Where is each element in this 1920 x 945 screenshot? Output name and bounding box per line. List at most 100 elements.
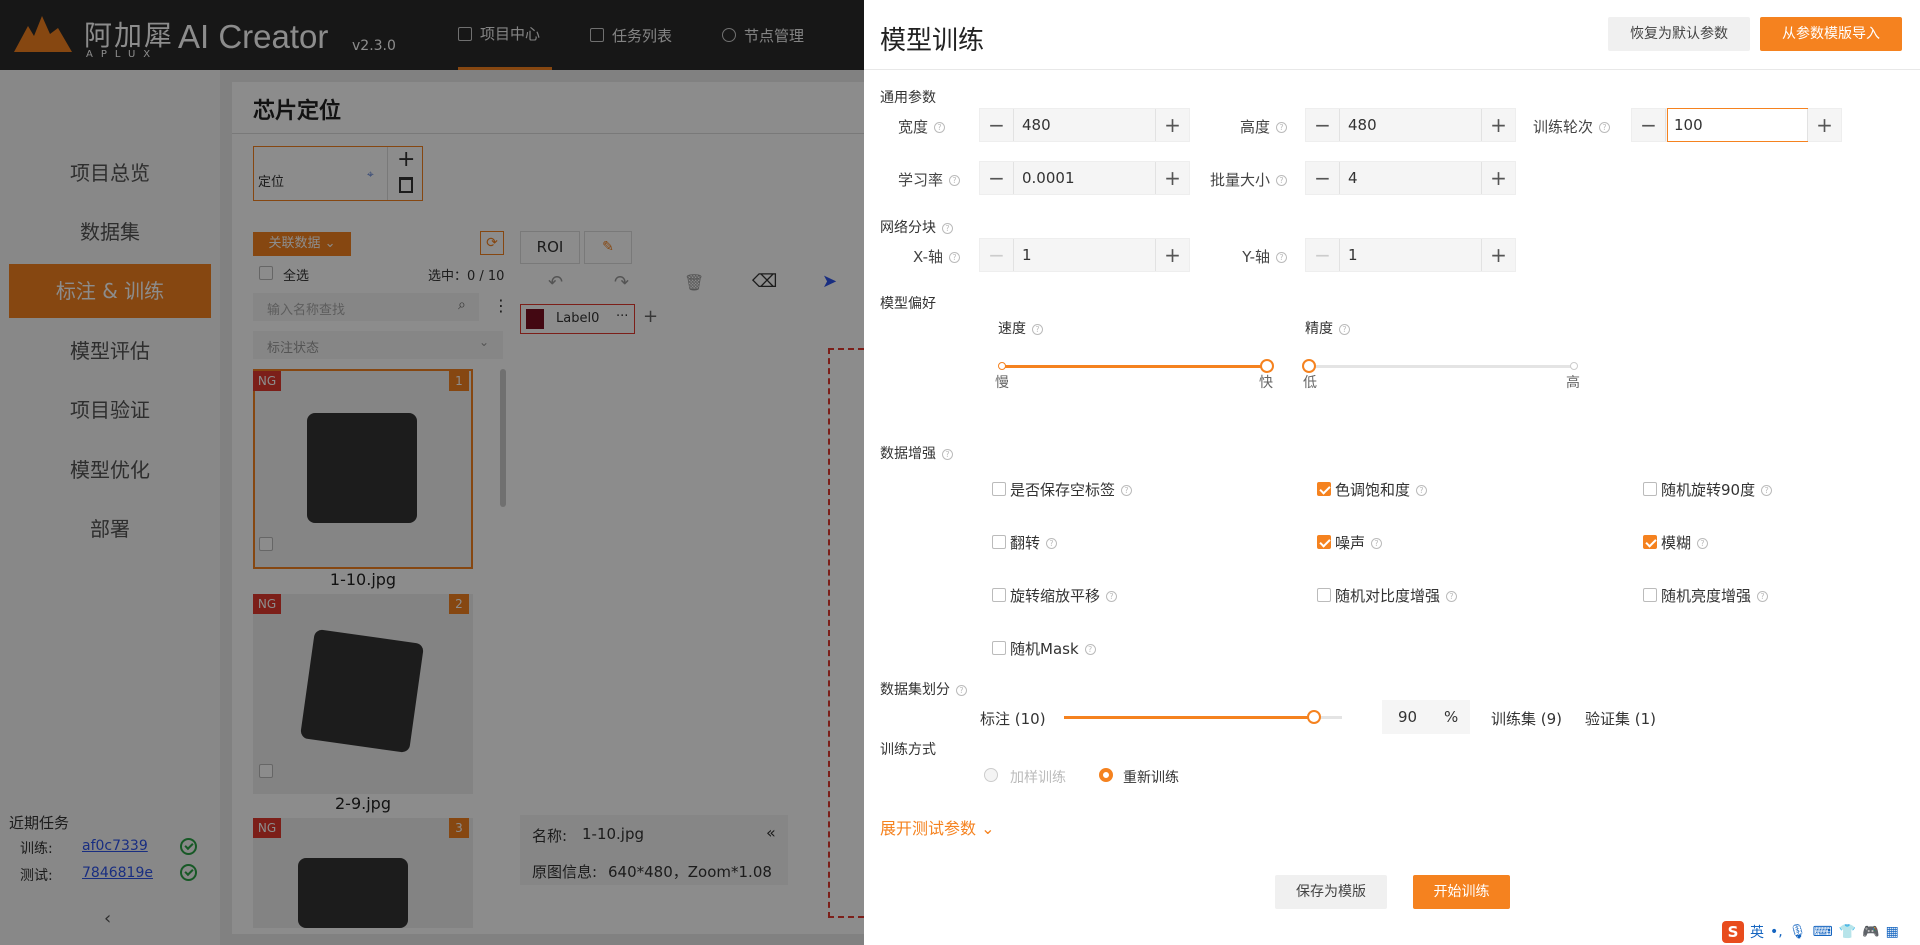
- augment-label[interactable]: 随机对比度增强?: [1335, 585, 1458, 606]
- plus-icon[interactable]: +: [1155, 239, 1189, 271]
- save-template-button[interactable]: 保存为模版: [1275, 875, 1387, 909]
- accuracy-slider[interactable]: [1309, 365, 1574, 368]
- minus-icon[interactable]: −: [980, 162, 1014, 194]
- height-label: 高度?: [1210, 116, 1287, 137]
- augment-checkbox[interactable]: [992, 482, 1006, 496]
- plus-icon[interactable]: +: [1481, 109, 1515, 141]
- batch-stepper[interactable]: − 4 +: [1305, 161, 1516, 195]
- punctuation-icon[interactable]: •,: [1770, 924, 1783, 940]
- help-icon: ?: [1371, 538, 1383, 549]
- expand-test-params-link[interactable]: 展开测试参数 ⌄: [880, 815, 995, 839]
- grid-y-stepper[interactable]: − 1 +: [1305, 238, 1516, 272]
- augment-checkbox[interactable]: [1643, 535, 1657, 549]
- speed-min-dot: [998, 362, 1006, 370]
- height-stepper[interactable]: − 480 +: [1305, 108, 1516, 142]
- import-template-button[interactable]: 从参数模版导入: [1760, 17, 1902, 51]
- mode-incremental-radio: [984, 768, 998, 782]
- microphone-icon[interactable]: 🎙: [1789, 924, 1807, 940]
- accuracy-max-dot: [1570, 362, 1578, 370]
- grid-y-value[interactable]: 1: [1348, 239, 1358, 271]
- help-icon: ?: [1697, 538, 1709, 549]
- speed-label: 速度?: [998, 318, 1043, 338]
- help-icon: ?: [1276, 252, 1287, 263]
- help-icon: ?: [956, 684, 967, 696]
- augment-label[interactable]: 随机亮度增强?: [1661, 585, 1769, 606]
- augment-label[interactable]: 翻转?: [1010, 532, 1058, 553]
- augment-label[interactable]: 模糊?: [1661, 532, 1709, 553]
- minus-icon[interactable]: −: [980, 239, 1014, 271]
- height-value[interactable]: 480: [1348, 109, 1377, 141]
- shirt-icon[interactable]: 👕: [1839, 924, 1856, 940]
- help-icon: ?: [1446, 591, 1458, 602]
- augment-checkbox[interactable]: [1317, 588, 1331, 602]
- grid-x-value[interactable]: 1: [1022, 239, 1032, 271]
- keyboard-icon[interactable]: ⌨: [1813, 924, 1833, 940]
- annotated-count: 标注 (10): [980, 710, 1046, 728]
- accuracy-label: 精度?: [1305, 318, 1350, 338]
- sogou-icon: S: [1722, 920, 1744, 943]
- minus-icon[interactable]: −: [1306, 109, 1340, 141]
- help-icon: ?: [949, 252, 960, 263]
- augment-checkbox[interactable]: [992, 588, 1006, 602]
- augment-label[interactable]: 是否保存空标签?: [1010, 479, 1133, 500]
- augment-checkbox[interactable]: [1317, 482, 1331, 496]
- minus-icon[interactable]: −: [1306, 239, 1340, 271]
- augment-label[interactable]: 旋转缩放平移?: [1010, 585, 1118, 606]
- start-training-button[interactable]: 开始训练: [1413, 875, 1510, 909]
- game-icon[interactable]: 🎮: [1862, 924, 1879, 940]
- grid-x-label: X-轴?: [880, 246, 960, 267]
- split-slider-fill: [1064, 716, 1315, 719]
- mode-retrain-label[interactable]: 重新训练: [1123, 767, 1179, 787]
- augment-label[interactable]: 噪声?: [1335, 532, 1383, 553]
- val-count: 验证集 (1): [1585, 710, 1657, 728]
- augment-title: 数据增强?: [880, 443, 953, 463]
- split-percent-input[interactable]: 90 %: [1382, 700, 1470, 734]
- grid-icon[interactable]: ▦: [1886, 924, 1899, 940]
- epochs-value[interactable]: 100: [1674, 109, 1703, 141]
- augment-label[interactable]: 随机Mask?: [1010, 638, 1096, 659]
- help-icon: ?: [1416, 485, 1428, 496]
- train-count: 训练集 (9): [1491, 710, 1563, 728]
- help-icon: ?: [1339, 323, 1350, 335]
- augment-checkbox[interactable]: [992, 641, 1006, 655]
- minus-icon[interactable]: −: [1632, 109, 1666, 141]
- mode-retrain-radio[interactable]: [1099, 768, 1113, 782]
- lr-stepper[interactable]: − 0.0001 +: [979, 161, 1190, 195]
- accuracy-slider-knob[interactable]: [1302, 359, 1316, 373]
- augment-label[interactable]: 随机旋转90度?: [1661, 479, 1773, 500]
- epochs-stepper[interactable]: − 100 +: [1631, 108, 1842, 142]
- augment-checkbox[interactable]: [1643, 482, 1657, 496]
- minus-icon[interactable]: −: [1306, 162, 1340, 194]
- plus-icon[interactable]: +: [1481, 239, 1515, 271]
- mode-incremental-label: 加样训练: [1010, 770, 1066, 786]
- plus-icon[interactable]: +: [1481, 162, 1515, 194]
- split-title: 数据集划分?: [880, 679, 967, 699]
- help-icon: ?: [934, 122, 945, 133]
- ime-toolbar[interactable]: S 英 •, 🎙 ⌨ 👕 🎮 ▦: [1718, 918, 1920, 945]
- help-icon: ?: [1121, 485, 1133, 496]
- augment-checkbox[interactable]: [992, 535, 1006, 549]
- speed-min-label: 慢: [995, 375, 1009, 391]
- augment-checkbox[interactable]: [1643, 588, 1657, 602]
- help-icon: ?: [1757, 591, 1769, 602]
- modal-overlay[interactable]: [0, 0, 864, 945]
- grid-x-stepper[interactable]: − 1 +: [979, 238, 1190, 272]
- preference-title: 模型偏好: [880, 296, 936, 312]
- augment-checkbox[interactable]: [1317, 535, 1331, 549]
- lr-value[interactable]: 0.0001: [1022, 162, 1075, 194]
- plus-icon[interactable]: +: [1155, 109, 1189, 141]
- help-icon: ?: [1599, 122, 1610, 133]
- help-icon: ?: [1046, 538, 1058, 549]
- batch-value[interactable]: 4: [1348, 162, 1358, 194]
- help-icon: ?: [949, 175, 960, 186]
- reset-defaults-button[interactable]: 恢复为默认参数: [1608, 17, 1750, 51]
- speed-slider-knob[interactable]: [1260, 359, 1274, 373]
- augment-label[interactable]: 色调饱和度?: [1335, 479, 1428, 500]
- plus-icon[interactable]: +: [1807, 109, 1841, 141]
- minus-icon[interactable]: −: [980, 109, 1014, 141]
- width-stepper[interactable]: − 480 +: [979, 108, 1190, 142]
- speed-max-label: 快: [1259, 375, 1273, 391]
- width-value[interactable]: 480: [1022, 109, 1051, 141]
- plus-icon[interactable]: +: [1155, 162, 1189, 194]
- training-mode-title: 训练方式: [880, 742, 936, 758]
